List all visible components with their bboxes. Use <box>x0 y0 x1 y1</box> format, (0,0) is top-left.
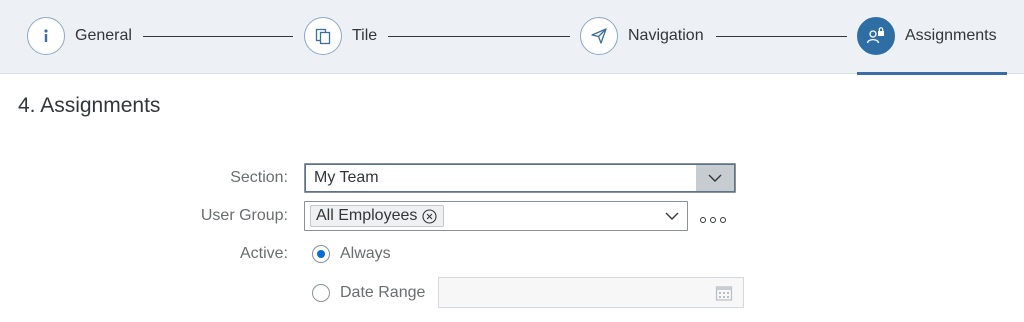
radio-label: Date Range <box>340 284 426 301</box>
date-range-input <box>438 277 744 308</box>
token-label: All Employees <box>316 207 418 224</box>
radio-button[interactable] <box>312 284 330 302</box>
user-lock-icon <box>857 17 895 55</box>
user-group-label: User Group: <box>200 207 288 224</box>
wizard-step-label: General <box>75 27 132 44</box>
wizard-step-label: Assignments <box>905 27 997 44</box>
radio-label: Always <box>340 245 391 262</box>
wizard-step-label: Navigation <box>628 27 704 44</box>
radio-button-selected[interactable] <box>312 245 330 263</box>
step-connector <box>388 36 570 37</box>
active-step-indicator <box>857 72 1007 75</box>
calendar-icon <box>715 286 733 301</box>
info-icon <box>27 17 65 55</box>
wizard-step-label: Tile <box>352 27 378 44</box>
wizard-step-tile[interactable]: Tile <box>304 16 377 56</box>
radio-date-range[interactable]: Date Range <box>312 284 425 302</box>
active-label: Active: <box>239 245 288 262</box>
wizard-step-general[interactable]: General <box>27 16 132 56</box>
chevron-down-icon[interactable] <box>665 209 679 223</box>
paper-plane-icon <box>580 17 618 55</box>
section-label: Section: <box>230 169 288 186</box>
tile-copy-icon <box>304 17 342 55</box>
more-options-icon[interactable] <box>700 212 726 228</box>
user-group-multicombobox[interactable]: All Employees <box>304 201 688 231</box>
section-value: My Team <box>314 169 379 186</box>
wizard-progress-bar: General Tile Navigation Assignments <box>0 0 1024 75</box>
section-select[interactable]: My Team <box>304 163 736 193</box>
step-connector <box>143 36 293 37</box>
step-connector <box>716 36 847 37</box>
wizard-step-navigation[interactable]: Navigation <box>580 16 704 56</box>
page-title: 4. Assignments <box>18 94 161 117</box>
radio-always[interactable]: Always <box>312 245 391 263</box>
wizard-step-assignments[interactable]: Assignments <box>857 16 997 56</box>
chevron-down-icon[interactable] <box>696 165 734 191</box>
user-group-token[interactable]: All Employees <box>310 205 445 227</box>
token-remove-icon[interactable] <box>422 208 437 224</box>
